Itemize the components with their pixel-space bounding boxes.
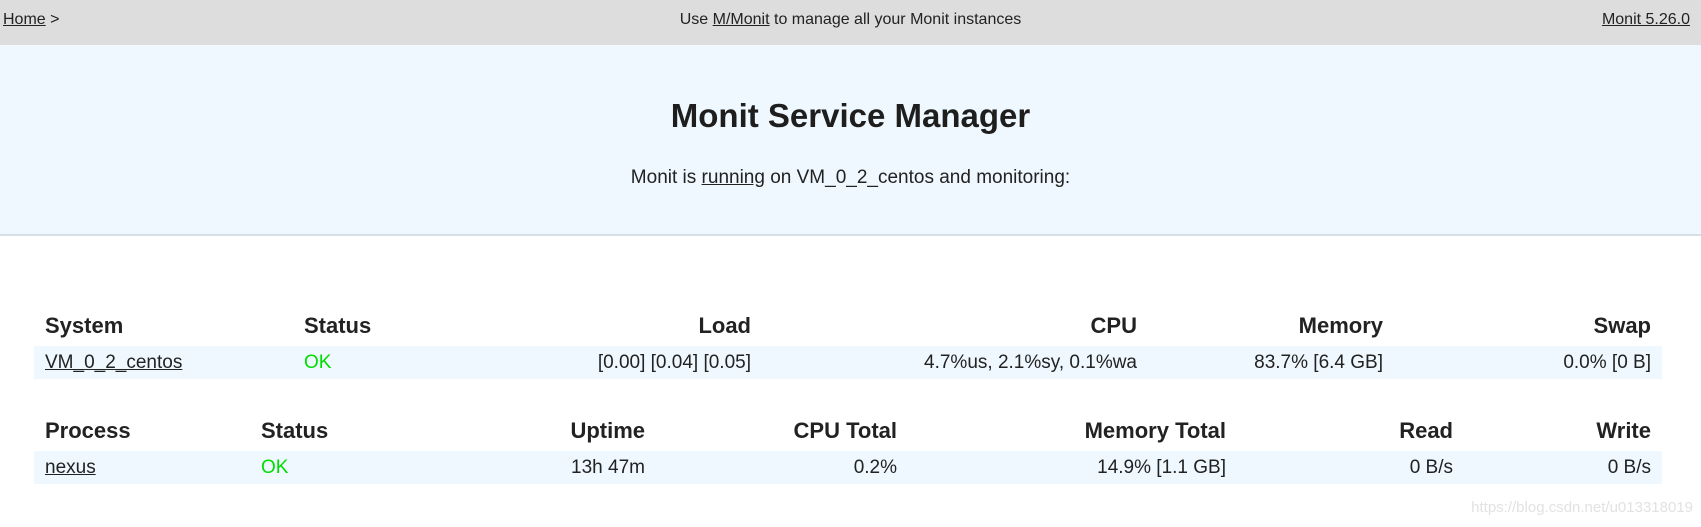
header-read: Read: [1399, 418, 1453, 443]
subtitle-suffix: on VM_0_2_centos and monitoring:: [770, 167, 1071, 188]
top-bar: Home > Use M/Monit to manage all your Mo…: [0, 0, 1701, 45]
table-row: nexus OK 13h 47m 0.2% 14.9% [1.1 GB] 0 B…: [34, 451, 1662, 484]
process-table: Process Status Uptime CPU Total Memory T…: [34, 411, 1662, 484]
memory-total-value: 14.9% [1.1 GB]: [908, 451, 1237, 484]
mmonit-notice: Use M/Monit to manage all your Monit ins…: [0, 11, 1701, 29]
header-banner: Monit Service Manager Monit is running o…: [0, 45, 1701, 236]
write-value: 0 B/s: [1464, 451, 1662, 484]
swap-value: 0.0% [0 B]: [1394, 346, 1662, 379]
header-memory: Memory: [1298, 313, 1383, 338]
cpu-total-value: 0.2%: [656, 451, 908, 484]
system-link[interactable]: VM_0_2_centos: [45, 352, 182, 373]
mmonit-notice-suffix: to manage all your Monit instances: [774, 11, 1022, 28]
version-area: Monit 5.26.0: [1602, 11, 1690, 29]
header-write: Write: [1596, 418, 1651, 443]
subtitle-prefix: Monit is: [630, 167, 697, 188]
process-name-cell: nexus: [34, 451, 250, 484]
header-status: Status: [261, 418, 329, 443]
header-status: Status: [304, 313, 372, 338]
header-cpu: CPU: [1090, 313, 1137, 338]
memory-value: 83.7% [6.4 GB]: [1148, 346, 1394, 379]
page-title: Monit Service Manager: [670, 97, 1031, 134]
header-load: Load: [698, 313, 751, 338]
system-name-cell: VM_0_2_centos: [34, 346, 293, 379]
header-system: System: [45, 313, 124, 338]
system-table-header: System Status Load CPU Memory Swap: [34, 306, 1662, 346]
mmonit-notice-prefix: Use: [679, 11, 709, 28]
header-memory-total: Memory Total: [1084, 418, 1226, 443]
header-swap: Swap: [1593, 313, 1651, 338]
status-badge: OK: [293, 346, 433, 379]
uptime-value: 13h 47m: [450, 451, 656, 484]
mmonit-link[interactable]: M/Monit: [713, 11, 770, 28]
load-value: [0.00] [0.04] [0.05]: [433, 346, 762, 379]
header-cpu-total: CPU Total: [793, 418, 897, 443]
table-row: VM_0_2_centos OK [0.00] [0.04] [0.05] 4.…: [34, 346, 1662, 379]
version-link[interactable]: Monit 5.26.0: [1602, 11, 1690, 28]
running-link[interactable]: running: [702, 167, 765, 188]
header-process: Process: [45, 418, 131, 443]
page-subtitle: Monit is running on VM_0_2_centos and mo…: [0, 167, 1701, 189]
read-value: 0 B/s: [1237, 451, 1464, 484]
status-badge: OK: [250, 451, 450, 484]
process-link[interactable]: nexus: [45, 457, 96, 478]
watermark: https://blog.csdn.net/u013318019: [1471, 499, 1693, 516]
header-uptime: Uptime: [570, 418, 645, 443]
cpu-value: 4.7%us, 2.1%sy, 0.1%wa: [762, 346, 1148, 379]
system-table: System Status Load CPU Memory Swap VM_0_…: [34, 306, 1662, 379]
process-table-header: Process Status Uptime CPU Total Memory T…: [34, 411, 1662, 451]
